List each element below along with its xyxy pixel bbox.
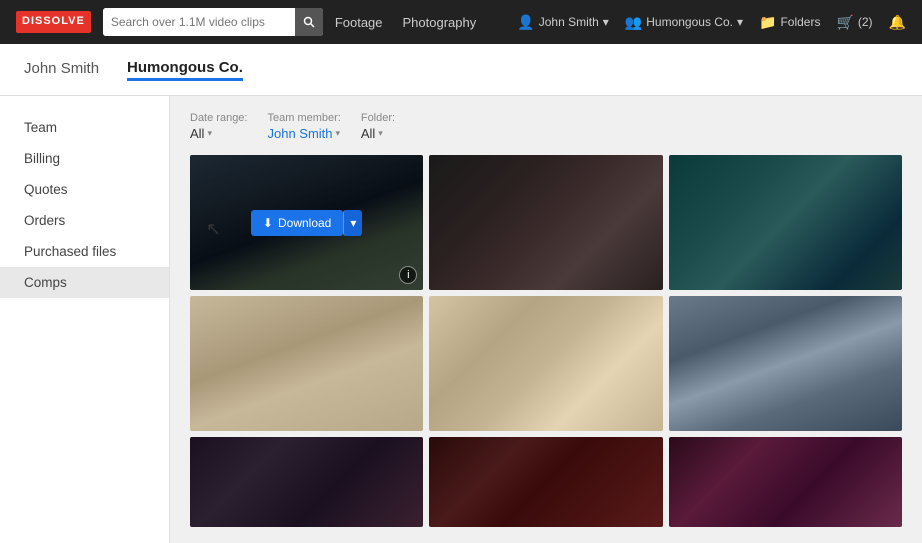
main-content: Date range: All ▾ Team member: John Smit… xyxy=(170,96,922,543)
folder-icon: 📁 xyxy=(759,14,776,31)
video-grid: ⬇ Download ▾ i ↖ xyxy=(190,155,902,527)
sub-header: John Smith Humongous Co. xyxy=(0,44,922,96)
top-nav: DISSOLVE Footage Photography 👤 John Smit… xyxy=(0,0,922,44)
folder-select[interactable]: All ▾ xyxy=(361,126,395,141)
tab-humongous-co[interactable]: Humongous Co. xyxy=(127,59,243,81)
team-member-label: Team member: xyxy=(267,112,340,124)
chevron-down-icon: ▾ xyxy=(207,128,212,139)
cart-icon: 🛒 xyxy=(836,14,853,31)
nav-company[interactable]: 👥 Humongous Co. ▾ xyxy=(625,14,743,31)
nav-notifications[interactable]: 🔔 xyxy=(889,14,906,31)
video-thumb-6[interactable] xyxy=(669,296,902,431)
video-thumb-2[interactable] xyxy=(429,155,662,290)
folder-label: Folder: xyxy=(361,112,395,124)
date-range-select[interactable]: All ▾ xyxy=(190,126,247,141)
company-icon: 👥 xyxy=(625,14,642,31)
nav-photography[interactable]: Photography xyxy=(403,15,477,30)
bell-icon: 🔔 xyxy=(889,14,906,31)
sidebar-item-purchased-files[interactable]: Purchased files xyxy=(0,236,169,267)
nav-right: 👤 John Smith ▾ 👥 Humongous Co. ▾ 📁 Folde… xyxy=(517,14,906,31)
nav-cart[interactable]: 🛒 (2) xyxy=(836,14,872,31)
download-group: ⬇ Download ▾ xyxy=(251,210,362,236)
content-area: Team Billing Quotes Orders Purchased fil… xyxy=(0,96,922,543)
search-button[interactable] xyxy=(295,8,323,36)
nav-folders[interactable]: 📁 Folders xyxy=(759,14,820,31)
download-icon: ⬇ xyxy=(263,216,273,230)
filter-date-range: Date range: All ▾ xyxy=(190,112,247,141)
chevron-down-icon: ▾ xyxy=(336,128,341,139)
video-thumb-3[interactable] xyxy=(669,155,902,290)
search-input[interactable] xyxy=(103,8,295,36)
nav-user[interactable]: 👤 John Smith ▾ xyxy=(517,14,609,31)
chevron-down-icon: ▾ xyxy=(603,15,609,29)
sidebar-item-comps[interactable]: Comps xyxy=(0,267,169,298)
sidebar-item-orders[interactable]: Orders xyxy=(0,205,169,236)
filter-team-member: Team member: John Smith ▾ xyxy=(267,112,340,141)
video-thumb-4[interactable] xyxy=(190,296,423,431)
video-thumb-8[interactable] xyxy=(429,437,662,527)
thumb-overlay: ⬇ Download ▾ xyxy=(190,155,423,290)
filter-row: Date range: All ▾ Team member: John Smit… xyxy=(190,112,902,141)
nav-links: Footage Photography xyxy=(335,15,506,30)
search-bar xyxy=(103,8,323,36)
download-caret-button[interactable]: ▾ xyxy=(343,210,362,236)
nav-footage[interactable]: Footage xyxy=(335,15,383,30)
sidebar-item-team[interactable]: Team xyxy=(0,112,169,143)
sidebar-item-quotes[interactable]: Quotes xyxy=(0,174,169,205)
sidebar-item-billing[interactable]: Billing xyxy=(0,143,169,174)
user-icon: 👤 xyxy=(517,14,534,31)
video-thumb-9[interactable] xyxy=(669,437,902,527)
chevron-down-icon: ▾ xyxy=(737,15,743,29)
filter-folder: Folder: All ▾ xyxy=(361,112,395,141)
chevron-down-icon: ▾ xyxy=(378,128,383,139)
team-member-select[interactable]: John Smith ▾ xyxy=(267,126,340,141)
logo: DISSOLVE xyxy=(16,11,91,32)
sidebar: Team Billing Quotes Orders Purchased fil… xyxy=(0,96,170,543)
tab-john-smith[interactable]: John Smith xyxy=(24,60,99,79)
download-button[interactable]: ⬇ Download xyxy=(251,210,343,236)
date-range-label: Date range: xyxy=(190,112,247,124)
video-thumb-7[interactable] xyxy=(190,437,423,527)
video-thumb-1[interactable]: ⬇ Download ▾ i ↖ xyxy=(190,155,423,290)
video-thumb-5[interactable] xyxy=(429,296,662,431)
